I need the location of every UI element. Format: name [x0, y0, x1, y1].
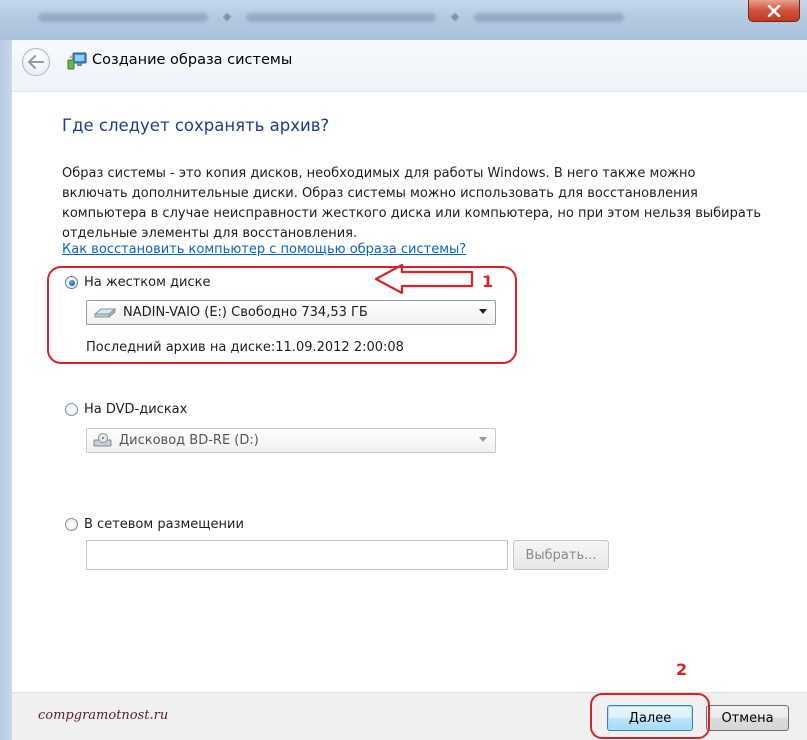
network-option[interactable]: В сетевом размещении: [65, 517, 244, 532]
watermark-text: compgramotnost.ru: [38, 708, 169, 723]
dvd-label[interactable]: На DVD-дисках: [84, 402, 187, 417]
annotation-arrow-icon: [374, 263, 474, 295]
backup-wizard-icon: [67, 52, 87, 70]
breadcrumb-separator-icon: [450, 12, 460, 22]
page-title: Где следует сохранять архив?: [62, 116, 330, 135]
back-arrow-icon: [28, 55, 44, 69]
network-path-input[interactable]: [86, 540, 508, 570]
back-button[interactable]: [22, 48, 50, 76]
wizard-content: Где следует сохранять архив? Образ систе…: [12, 92, 807, 692]
dvd-radio[interactable]: [65, 403, 78, 416]
annotation-highlight-2: [590, 693, 710, 739]
network-radio[interactable]: [65, 518, 78, 531]
browse-button-label: Выбрать...: [525, 547, 597, 563]
window-frame-left: [0, 40, 12, 740]
breadcrumb: [38, 10, 624, 24]
breadcrumb-item-blurred: [246, 12, 436, 22]
annotation-marker-1: 1: [482, 272, 494, 291]
cancel-button[interactable]: Отмена: [706, 705, 789, 731]
browse-button[interactable]: Выбрать...: [513, 540, 609, 570]
breadcrumb-separator-icon: [222, 12, 232, 22]
wizard-title: Создание образа системы: [92, 52, 293, 68]
help-link[interactable]: Как восстановить компьютер с помощью обр…: [62, 242, 466, 257]
wizard-header: Создание образа системы: [12, 40, 807, 92]
breadcrumb-item-blurred: [474, 12, 624, 22]
chevron-down-icon: [479, 437, 487, 442]
description-text: Образ системы - это копия дисков, необхо…: [62, 166, 762, 241]
breadcrumb-item-blurred: [38, 12, 208, 22]
dvd-select[interactable]: Дисковод BD-RE (D:): [86, 428, 496, 453]
close-button[interactable]: [748, 0, 800, 22]
dvd-option[interactable]: На DVD-дисках: [65, 402, 187, 417]
network-label[interactable]: В сетевом размещении: [84, 517, 244, 532]
wizard-footer: compgramotnost.ru Далее Отмена: [12, 692, 807, 740]
window-title-bar: [0, 0, 807, 40]
close-icon: [767, 4, 781, 17]
dvd-select-value: Дисковод BD-RE (D:): [119, 433, 259, 448]
dvd-drive-icon: [93, 432, 112, 446]
cancel-button-label: Отмена: [721, 710, 774, 726]
annotation-marker-2: 2: [676, 660, 688, 679]
